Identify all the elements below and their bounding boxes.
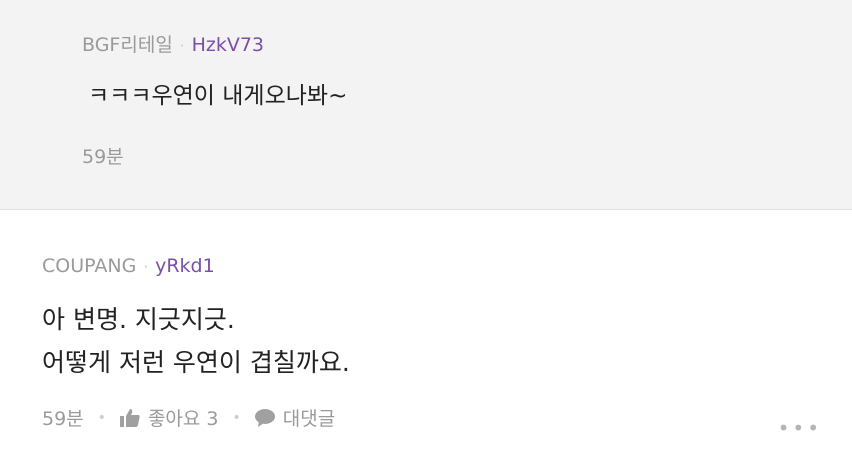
reply-meta: BGF리테일 · HzkV73 — [82, 30, 264, 57]
reply-button[interactable]: 대댓글 — [254, 404, 336, 431]
meta-separator: · — [143, 258, 149, 276]
reply-username[interactable]: HzkV73 — [192, 34, 264, 56]
reply-source: BGF리테일 — [82, 34, 173, 56]
reply-text: ㅋㅋㅋ우연이 내게오나봐~ — [88, 83, 348, 109]
comment-text: 아 변명. 지긋지긋. 어떻게 저런 우연이 겹칠까요. — [42, 298, 350, 384]
speech-bubble-icon — [254, 408, 275, 427]
like-button[interactable]: 좋아요 3 — [119, 404, 219, 431]
comment-timestamp: 59분 — [42, 408, 84, 430]
comment-username[interactable]: yRkd1 — [155, 255, 215, 277]
reply-label: 대댓글 — [282, 408, 336, 430]
comment-item: COUPANG · yRkd1 아 변명. 지긋지긋. 어떻게 저런 우연이 겹칠까… — [0, 210, 852, 464]
meta-separator: · — [179, 37, 185, 55]
action-separator: • — [232, 409, 241, 426]
comment-source: COUPANG — [42, 255, 137, 277]
reply-item: BGF리테일 · HzkV73 ㅋㅋㅋ우연이 내게오나봐~ 59분 — [0, 0, 852, 210]
thumbs-up-icon — [119, 408, 140, 427]
reply-timestamp: 59분 — [82, 146, 124, 168]
comment-line: 어떻게 저런 우연이 겹칠까요. — [42, 348, 350, 377]
more-dots-icon[interactable]: ••• — [778, 416, 822, 440]
comment-line: 아 변명. 지긋지긋. — [42, 305, 235, 334]
comment-meta: COUPANG · yRkd1 — [42, 255, 215, 277]
comment-actions: 59분 • 좋아요 3 • 대댓글 — [42, 404, 335, 431]
like-label: 좋아요 3 — [147, 408, 219, 430]
action-separator: • — [97, 409, 106, 426]
